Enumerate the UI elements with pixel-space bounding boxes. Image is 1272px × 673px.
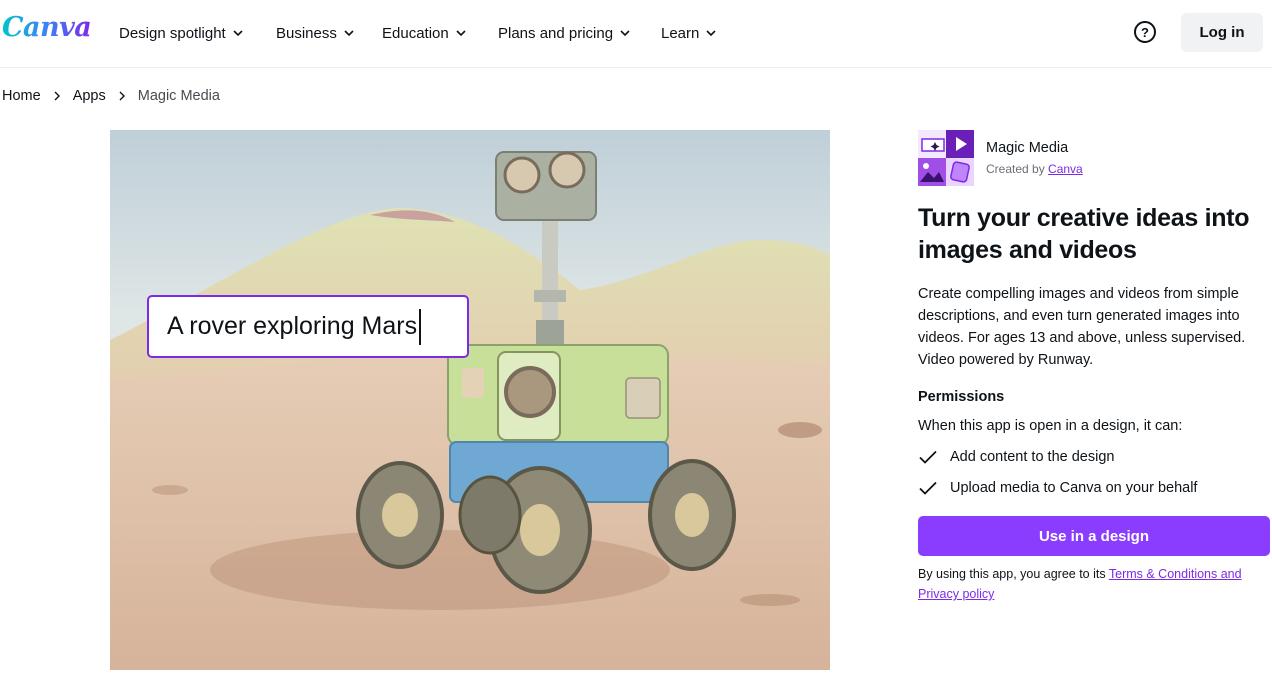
nav-label: Business bbox=[276, 24, 337, 42]
permission-label: Upload media to Canva on your behalf bbox=[950, 480, 1198, 496]
login-button[interactable]: Log in bbox=[1181, 13, 1263, 52]
nav-label: Learn bbox=[661, 24, 700, 42]
creator-link[interactable]: Canva bbox=[1048, 162, 1083, 176]
page-title: Turn your creative ideas into images and… bbox=[918, 204, 1250, 264]
nav-plans-and-pricing[interactable]: Plans and pricing bbox=[498, 22, 631, 44]
hero-image: A rover exploring Mars bbox=[110, 130, 830, 670]
nav-label: Education bbox=[382, 24, 449, 42]
nav-label: Plans and pricing bbox=[498, 24, 614, 42]
permission-label: Add content to the design bbox=[950, 449, 1115, 465]
chevron-down-icon bbox=[620, 30, 630, 37]
breadcrumb-apps[interactable]: Apps bbox=[73, 88, 106, 104]
chevron-down-icon bbox=[233, 30, 243, 37]
checkmark-icon bbox=[919, 450, 937, 464]
chevron-down-icon bbox=[344, 30, 354, 37]
nav-education[interactable]: Education bbox=[382, 22, 467, 44]
legal-prefix: By using this app, you agree to its bbox=[918, 567, 1106, 581]
breadcrumb-current: Magic Media bbox=[137, 88, 220, 104]
magic-media-app-icon bbox=[918, 130, 974, 186]
app-description: Create compelling images and videos from… bbox=[918, 286, 1246, 368]
prompt-input-overlay: A rover exploring Mars bbox=[147, 295, 469, 358]
top-navigation: Canva Design spotlight Business Educatio… bbox=[0, 0, 1272, 68]
chevron-right-icon bbox=[106, 91, 138, 101]
app-name: Magic Media bbox=[986, 140, 1069, 156]
question-circle-icon[interactable]: ? bbox=[1134, 21, 1156, 43]
permission-item: Upload media to Canva on your behalf bbox=[918, 478, 1197, 498]
nav-learn[interactable]: Learn bbox=[661, 22, 717, 44]
prompt-text: A rover exploring Mars bbox=[167, 312, 418, 340]
text-cursor bbox=[419, 308, 422, 345]
nav-business[interactable]: Business bbox=[276, 22, 355, 44]
nav-design-spotlight[interactable]: Design spotlight bbox=[119, 22, 244, 44]
chevron-right-icon bbox=[41, 91, 73, 101]
canva-logo[interactable]: Canva bbox=[2, 12, 92, 43]
use-in-design-button[interactable]: Use in a design bbox=[918, 516, 1270, 556]
app-creator: Created by Canva bbox=[986, 162, 1083, 176]
created-by-label: Created by bbox=[986, 162, 1045, 176]
checkmark-icon bbox=[919, 481, 937, 495]
chevron-down-icon bbox=[456, 30, 466, 37]
legal-notice: By using this app, you agree to its Term… bbox=[918, 564, 1268, 604]
nav-label: Design spotlight bbox=[119, 24, 226, 42]
breadcrumb: Home Apps Magic Media bbox=[2, 86, 220, 106]
breadcrumb-home[interactable]: Home bbox=[2, 88, 41, 104]
permissions-heading: Permissions bbox=[918, 389, 1005, 405]
chevron-down-icon bbox=[706, 30, 716, 37]
permission-item: Add content to the design bbox=[918, 447, 1114, 467]
permissions-intro: When this app is open in a design, it ca… bbox=[918, 418, 1183, 434]
rover-illustration bbox=[110, 130, 830, 670]
